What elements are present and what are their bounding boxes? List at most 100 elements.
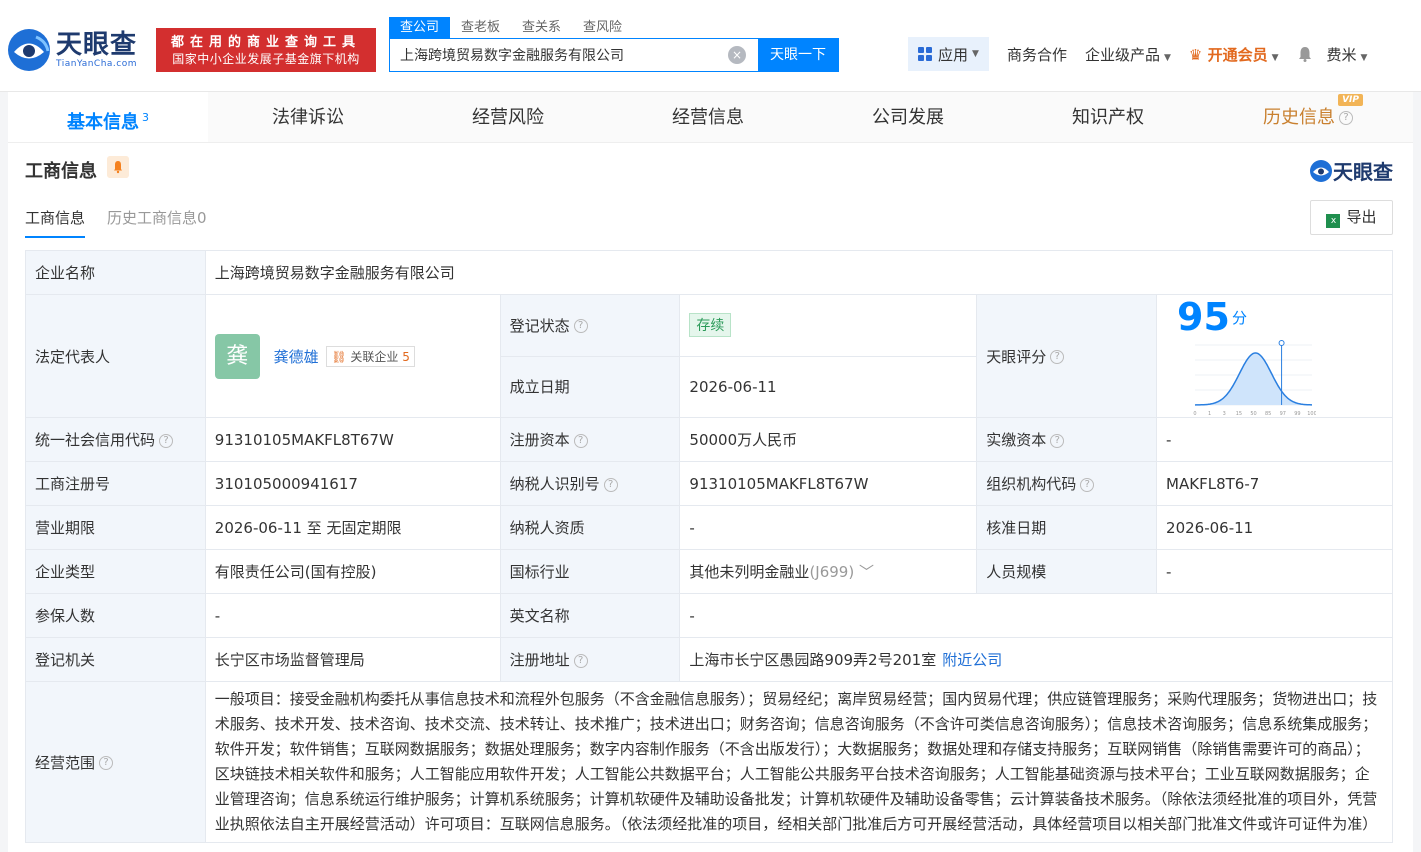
app-menu-label: 应用 — [938, 45, 969, 64]
help-icon[interactable]: ? — [573, 433, 588, 448]
help-icon[interactable]: ? — [1080, 477, 1095, 492]
help-icon[interactable]: ? — [573, 653, 588, 668]
paid-capital-label: 实缴资本 — [986, 431, 1047, 449]
insured-value: - — [204, 593, 501, 638]
found-date-value: 2026-06-11 — [679, 355, 978, 418]
related-label: 关联企业 — [350, 349, 399, 364]
table-row: 法定代表人 龚 龚德雄 ⛓ 关联企业 5 登记状态? 存续 天眼评分? 95 分 … — [25, 294, 1393, 418]
search-type-tabs: 查公司 查老板 查关系 查风险 — [389, 17, 633, 38]
subtab-history-business-info[interactable]: 历史工商信息0 — [107, 207, 207, 238]
company-name-value: 上海跨境贸易数字金融服务有限公司 — [204, 250, 1394, 295]
search-tab-relation[interactable]: 查关系 — [511, 17, 572, 38]
staff-value: - — [1156, 549, 1393, 594]
slogan-line2: 国家中小企业发展子基金旗下机构 — [172, 52, 360, 66]
reg-no-value: 310105000941617 — [204, 461, 501, 506]
excel-icon: x — [1326, 214, 1341, 228]
reg-capital-value: 50000万人民币 — [679, 417, 978, 462]
term-value: 2026-06-11 至 无固定期限 — [204, 505, 501, 550]
chevron-down-icon: ▼ — [1360, 52, 1368, 63]
logo[interactable]: 天眼查 TianYanCha.com — [6, 27, 137, 73]
top-nav: 应用 ▼ 商务合作 企业级产品 ▼ ♛ 开通会员 ▼ 费米 ▼ — [908, 37, 1367, 71]
org-code-value: MAKFL8T6-7 — [1156, 461, 1393, 506]
search-box: × 天眼一下 — [389, 38, 839, 72]
taxpayer-id-key: 纳税人识别号? — [499, 461, 681, 506]
industry-value[interactable]: 其他未列明金融业(J699) ﹀ — [679, 549, 978, 594]
nav-enterprise-label: 企业级产品 — [1084, 45, 1160, 64]
tab-risk[interactable]: 经营风险 — [408, 92, 608, 142]
help-icon[interactable]: ? — [573, 319, 588, 334]
score-value: 95 分 0 1 3 15 50 85 97 99 100 — [1156, 294, 1393, 418]
chart-tick-label: 1 — [1208, 411, 1211, 417]
chart-score-dot — [1278, 340, 1285, 346]
industry-code: (J699) — [809, 563, 855, 581]
user-name: 费米 — [1326, 45, 1357, 64]
search-tab-risk[interactable]: 查风险 — [572, 17, 633, 38]
chevron-down-icon: ▼ — [972, 49, 979, 59]
score-distribution-chart: 0 1 3 15 50 85 97 99 100 — [1193, 340, 1317, 417]
avatar[interactable]: 龚 — [214, 333, 260, 379]
chart-tick-label: 3 — [1223, 411, 1226, 417]
help-icon[interactable]: ? — [99, 756, 114, 770]
bell-icon[interactable] — [1297, 46, 1313, 62]
related-companies-badge[interactable]: ⛓ 关联企业 5 — [326, 345, 415, 367]
term-key: 营业期限 — [25, 505, 206, 550]
type-key: 企业类型 — [25, 549, 206, 594]
nav-enterprise[interactable]: 企业级产品 ▼ — [1085, 44, 1171, 65]
help-icon[interactable]: ? — [1050, 433, 1065, 448]
tab-ip[interactable]: 知识产权 — [1008, 92, 1208, 142]
en-name-key: 英文名称 — [499, 593, 681, 638]
tab-operation[interactable]: 经营信息 — [608, 92, 808, 142]
company-name-key: 企业名称 — [25, 250, 206, 295]
export-button[interactable]: x 导出 — [1310, 200, 1393, 235]
authority-key: 登记机关 — [25, 637, 206, 682]
search-tab-boss[interactable]: 查老板 — [450, 17, 511, 38]
nav-business[interactable]: 商务合作 — [1007, 44, 1067, 65]
table-row: 参保人数 - 英文名称 - — [25, 593, 1393, 638]
help-icon[interactable]: ? — [603, 477, 618, 492]
help-icon[interactable]: ? — [1339, 111, 1353, 125]
brand-watermark: 天眼查 — [1309, 156, 1393, 185]
nav-vip[interactable]: ♛ 开通会员 ▼ — [1189, 44, 1279, 65]
tab-litigation[interactable]: 法律诉讼 — [208, 92, 408, 142]
related-icon: ⛓ — [331, 349, 347, 364]
logo-eye-icon — [8, 29, 50, 71]
search-input[interactable] — [390, 39, 728, 71]
credit-code-key: 统一社会信用代码? — [25, 417, 206, 462]
approve-date-value: 2026-06-11 — [1156, 505, 1393, 550]
top-bar: 天眼查 TianYanCha.com 都在用的商业查询工具 国家中小企业发展子基… — [0, 0, 1421, 92]
credit-code-label: 统一社会信用代码 — [35, 431, 156, 449]
tab-history[interactable]: VIP 历史信息? — [1208, 92, 1408, 142]
taxpayer-id-label: 纳税人识别号 — [509, 475, 600, 493]
reg-no-key: 工商注册号 — [25, 461, 206, 506]
credit-code-value: 91310105MAKFL8T67W — [204, 417, 501, 462]
help-icon[interactable]: ? — [1050, 350, 1065, 364]
table-row: 统一社会信用代码? 91310105MAKFL8T67W 注册资本? 50000… — [25, 417, 1393, 462]
authority-value: 长宁区市场监督管理局 — [204, 637, 501, 682]
logo-domain: TianYanCha.com — [56, 59, 138, 69]
address-text: 上海市长宁区愚园路909弄2号201室 — [689, 651, 937, 669]
export-label: 导出 — [1346, 208, 1377, 226]
tab-development[interactable]: 公司发展 — [808, 92, 1008, 142]
table-row: 登记机关 长宁区市场监督管理局 注册地址? 上海市长宁区愚园路909弄2号201… — [25, 637, 1393, 682]
legal-rep-name[interactable]: 龚德雄 — [274, 348, 319, 366]
help-icon[interactable]: ? — [159, 433, 174, 448]
reg-capital-label: 注册资本 — [509, 431, 570, 449]
table-row: 工商注册号 310105000941617 纳税人识别号? 91310105MA… — [25, 461, 1393, 506]
logo-eye-icon — [1310, 159, 1332, 182]
tab-basic-info[interactable]: 基本信息 3 — [8, 92, 208, 142]
bell-icon[interactable] — [107, 156, 129, 178]
clear-icon[interactable]: × — [728, 46, 746, 64]
chart-tick-label: 97 — [1280, 411, 1286, 417]
sub-tabs: 工商信息 历史工商信息0 — [25, 207, 229, 238]
type-value: 有限责任公司(国有控股) — [204, 549, 501, 594]
search-tab-company[interactable]: 查公司 — [389, 17, 451, 38]
chevron-down-icon[interactable]: ﹀ — [859, 563, 874, 581]
paid-capital-key: 实缴资本? — [976, 417, 1158, 462]
score-key: 天眼评分? — [976, 294, 1158, 418]
search-button[interactable]: 天眼一下 — [758, 39, 838, 71]
user-menu[interactable]: 费米 ▼ — [1327, 44, 1368, 65]
subtab-business-info[interactable]: 工商信息 — [25, 207, 86, 238]
app-menu-button[interactable]: 应用 ▼ — [908, 37, 989, 71]
tax-qual-value: - — [679, 505, 978, 550]
nearby-companies-link[interactable]: 附近公司 — [942, 651, 1002, 669]
